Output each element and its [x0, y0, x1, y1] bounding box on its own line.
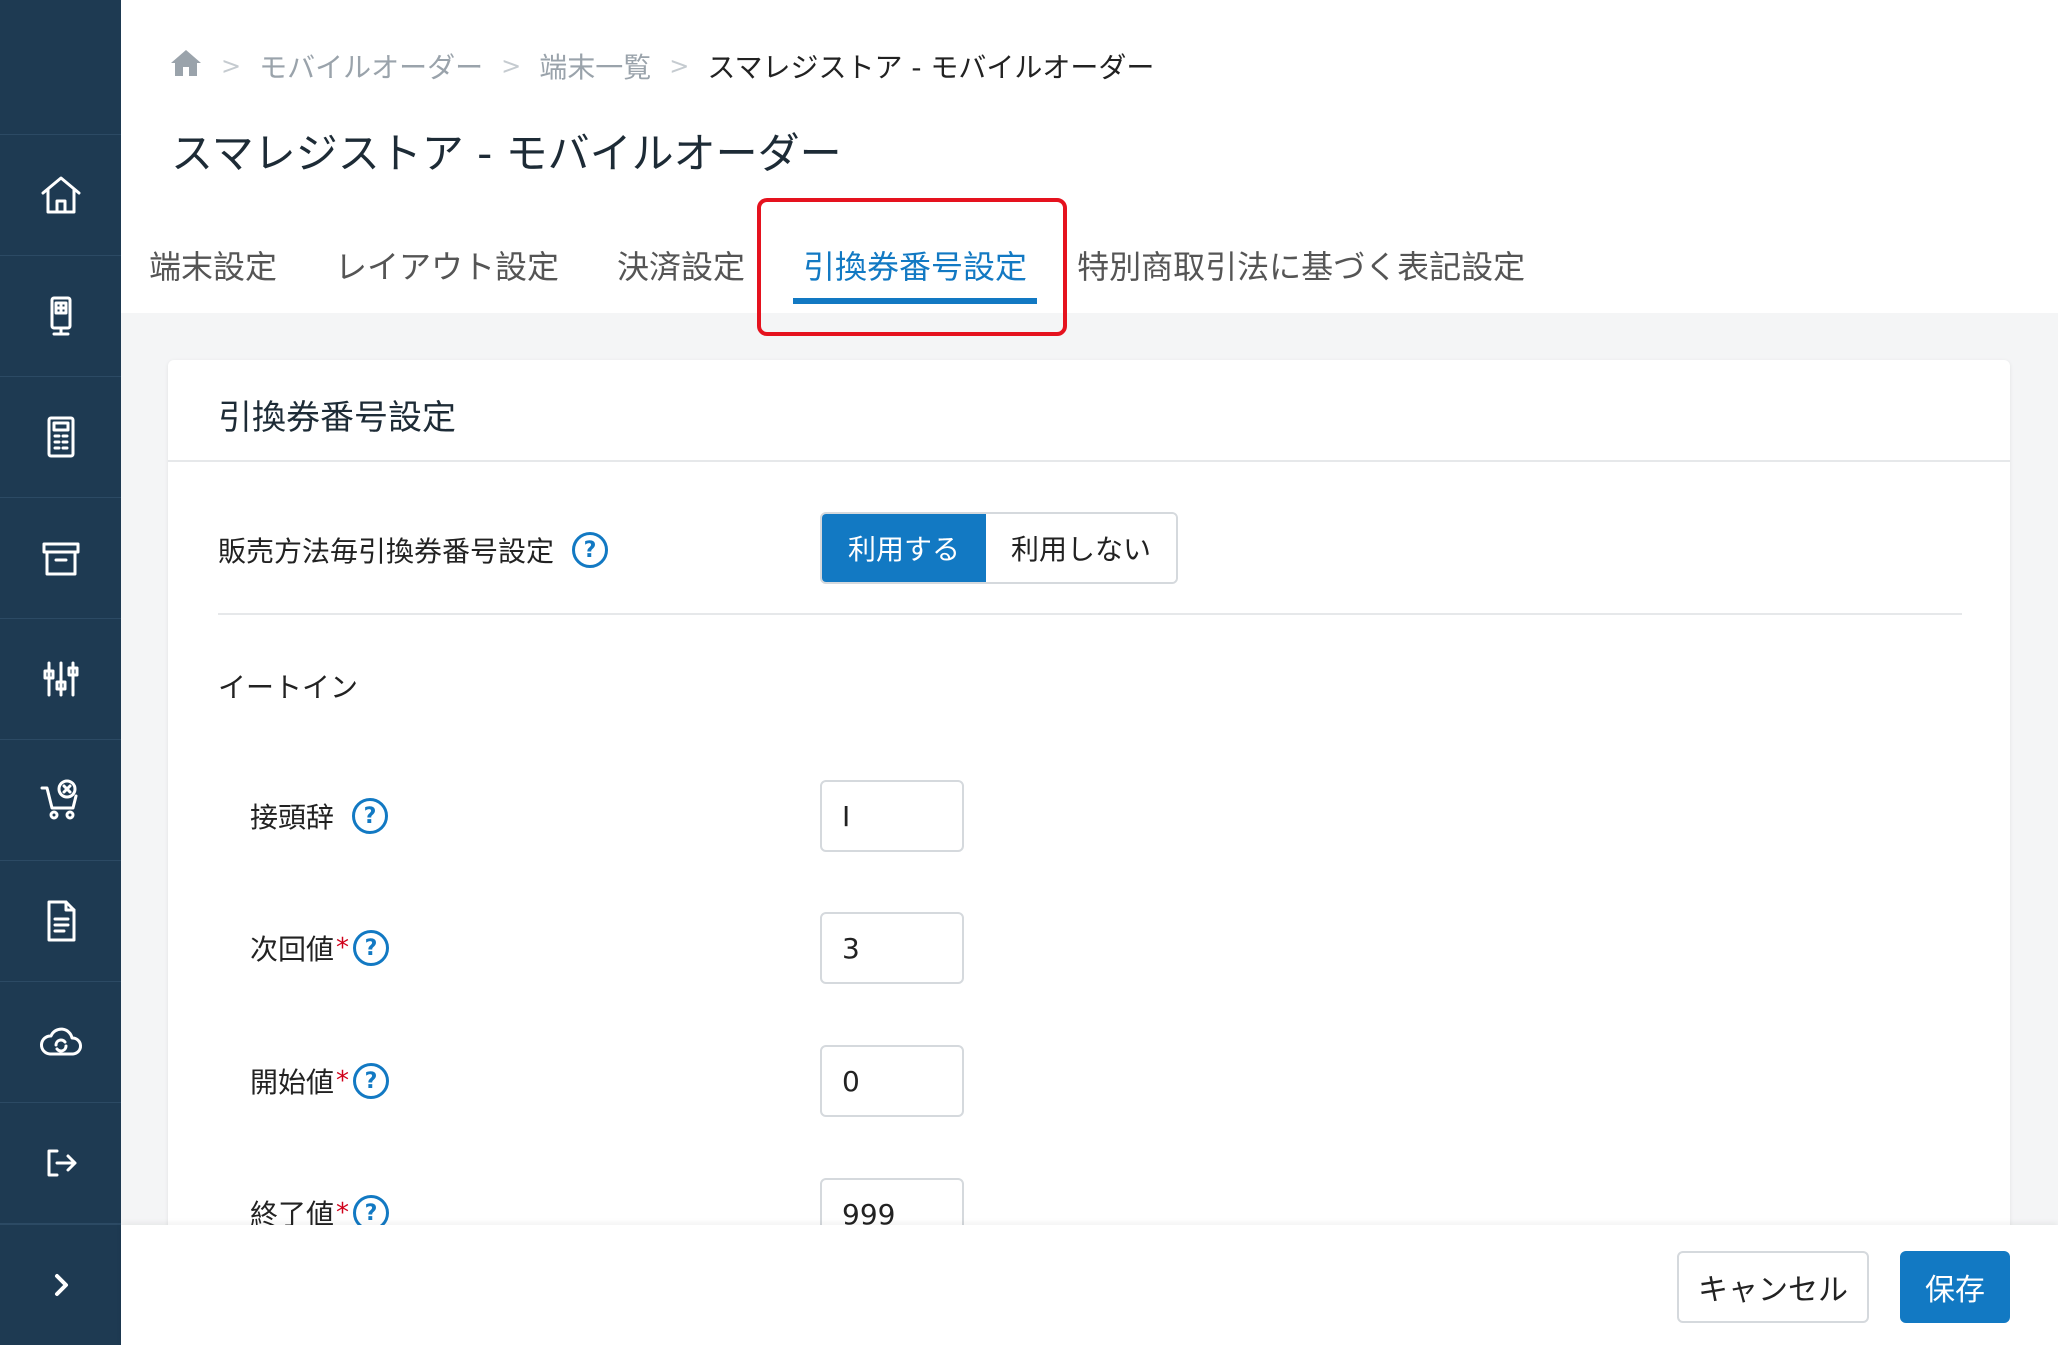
required-mark: * — [336, 1066, 350, 1096]
sidebar-item-register[interactable] — [0, 377, 121, 498]
cancel-button[interactable]: キャンセル — [1677, 1251, 1869, 1323]
prefix-input[interactable] — [820, 780, 964, 852]
document-icon — [47, 900, 75, 942]
sidebar-item-report[interactable] — [0, 861, 121, 982]
breadcrumb-separator: > — [669, 52, 690, 80]
tab-layout-settings[interactable]: レイアウト設定 — [335, 236, 559, 313]
save-button[interactable]: 保存 — [1900, 1251, 2010, 1323]
divider — [218, 613, 1962, 615]
sidebar-item-settings[interactable] — [0, 619, 121, 740]
tab-commerce-law-settings[interactable]: 特別商取引法に基づく表記設定 — [1077, 236, 1525, 313]
start-value-label: 開始値 — [250, 1066, 335, 1099]
cloud-sync-icon — [39, 1027, 82, 1056]
settings-card: 引換券番号設定 販売方法毎引換券番号設定 ? 利用する 利用しない イートイン … — [168, 360, 2010, 1345]
sidebar-item-sync[interactable] — [0, 982, 121, 1103]
help-icon[interactable]: ? — [352, 798, 389, 834]
tablet-icon — [50, 296, 71, 336]
required-mark: * — [336, 933, 350, 963]
breadcrumb-item-mobile-order[interactable]: モバイルオーダー — [259, 46, 483, 86]
logout-icon — [47, 1149, 76, 1177]
start-value-input[interactable] — [820, 1045, 964, 1117]
required-mark: * — [336, 1198, 350, 1228]
help-icon[interactable]: ? — [353, 1063, 390, 1099]
tab-terminal-settings[interactable]: 端末設定 — [149, 236, 277, 313]
sidebar-item-home[interactable] — [0, 135, 121, 256]
per-sales-method-label: 販売方法毎引換券番号設定 — [218, 535, 555, 568]
breadcrumb-home[interactable] — [169, 46, 203, 87]
section-label-eat-in: イートイン — [218, 671, 359, 704]
sidebar-item-logout[interactable] — [0, 1103, 121, 1224]
breadcrumb: > モバイルオーダー > 端末一覧 > スマレジストア - モバイルオーダー — [169, 46, 1154, 86]
sidebar-item-terminal[interactable] — [0, 256, 121, 377]
help-icon[interactable]: ? — [572, 532, 609, 568]
toggle-use-option[interactable]: 利用する — [822, 514, 986, 582]
next-value-input[interactable] — [820, 912, 964, 984]
app-root: > モバイルオーダー > 端末一覧 > スマレジストア - モバイルオーダー ス… — [0, 0, 2058, 1345]
calculator-icon — [47, 416, 74, 458]
breadcrumb-item-terminal-list[interactable]: 端末一覧 — [539, 46, 651, 86]
sidebar — [0, 0, 121, 1345]
chevron-right-icon — [54, 1274, 68, 1296]
start-value-row: 開始値 * ? — [250, 1061, 390, 1101]
home-icon — [41, 176, 80, 214]
breadcrumb-separator: > — [501, 52, 522, 80]
next-value-label: 次回値 — [250, 933, 335, 966]
tab-bar: 端末設定 レイアウト設定 決済設定 引換券番号設定 特別商取引法に基づく表記設定 — [149, 236, 1583, 313]
page-title: スマレジストア - モバイルオーダー — [171, 129, 842, 178]
per-sales-method-toggle: 利用する 利用しない — [820, 512, 1178, 584]
sidebar-item-archive[interactable] — [0, 498, 121, 619]
tab-payment-settings[interactable]: 決済設定 — [617, 236, 745, 313]
sidebar-logo-area — [0, 0, 121, 135]
cart-cancel-icon — [40, 779, 77, 820]
page-header: > モバイルオーダー > 端末一覧 > スマレジストア - モバイルオーダー ス… — [121, 0, 2058, 313]
action-footer: キャンセル 保存 — [121, 1225, 2058, 1345]
archive-icon — [42, 542, 79, 576]
prefix-row: 接頭辞 ? — [250, 796, 389, 836]
sidebar-item-cancel-order[interactable] — [0, 740, 121, 861]
toggle-not-use-option[interactable]: 利用しない — [986, 514, 1176, 582]
per-sales-method-row: 販売方法毎引換券番号設定 ? — [218, 530, 609, 570]
prefix-label: 接頭辞 — [250, 801, 335, 834]
sidebar-expand-button[interactable] — [0, 1224, 121, 1345]
tab-voucher-number-settings[interactable]: 引換券番号設定 — [793, 236, 1038, 313]
breadcrumb-separator: > — [221, 52, 242, 80]
card-title: 引換券番号設定 — [168, 360, 2010, 462]
home-icon — [171, 49, 201, 76]
breadcrumb-item-current: スマレジストア - モバイルオーダー — [707, 51, 1155, 84]
help-icon[interactable]: ? — [353, 930, 390, 966]
next-value-row: 次回値 * ? — [250, 928, 390, 968]
sliders-icon — [43, 661, 78, 697]
